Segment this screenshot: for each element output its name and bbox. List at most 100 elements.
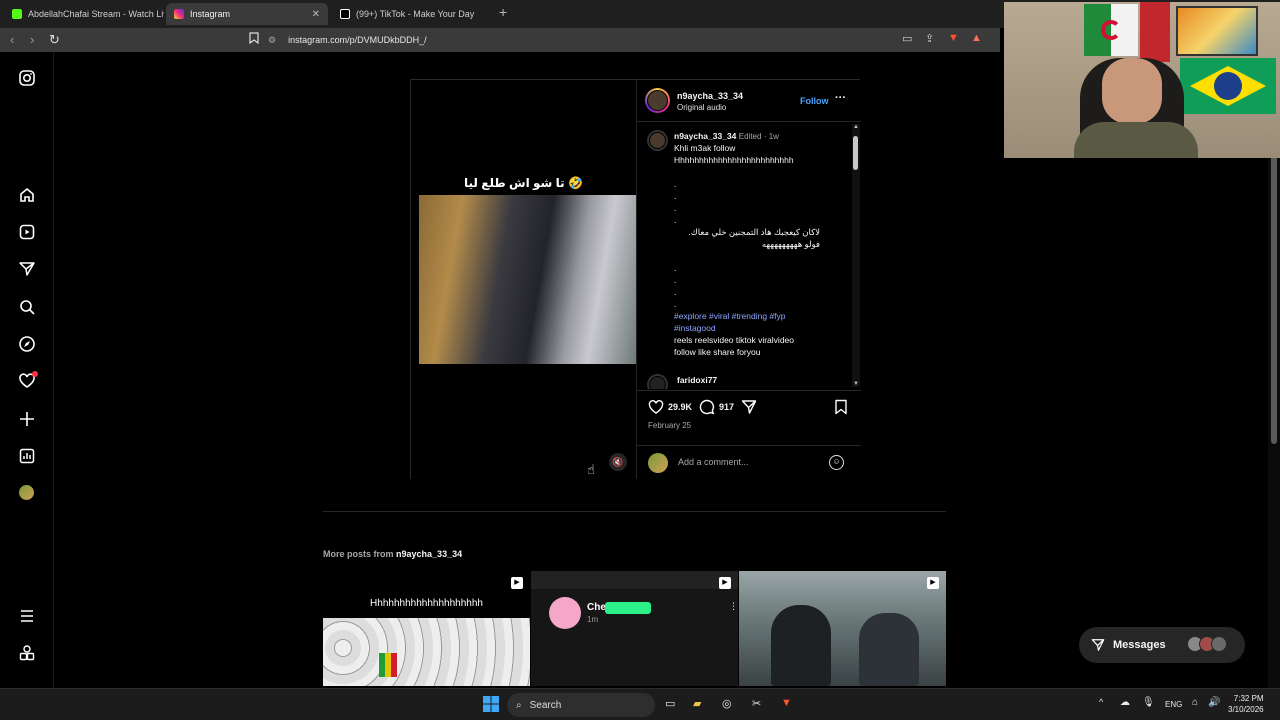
- address-bar[interactable]: ⚙ instagram.com/p/DVMUDkbDDH_/: [268, 31, 888, 49]
- windows-start-icon[interactable]: [483, 696, 499, 712]
- search-icon[interactable]: [18, 298, 36, 316]
- caption-dot: .: [674, 215, 677, 225]
- notifications-icon[interactable]: [18, 371, 38, 390]
- scroll-up-icon[interactable]: ▲: [853, 124, 859, 130]
- caption-dot: .: [674, 203, 677, 213]
- site-settings-icon[interactable]: ⚙: [268, 35, 276, 46]
- home-icon[interactable]: [18, 186, 36, 204]
- post-actions: 29.9K 917 February 25: [637, 390, 861, 445]
- url-text: instagram.com/p/DVMUDkbDDH_/: [288, 35, 427, 45]
- share-icon[interactable]: [741, 399, 757, 415]
- commenter-avatar[interactable]: [647, 374, 668, 389]
- language-indicator[interactable]: ENG: [1165, 700, 1182, 709]
- onedrive-icon[interactable]: ☁: [1120, 697, 1130, 708]
- taskbar-search[interactable]: ⌕ Search: [507, 693, 655, 717]
- create-icon[interactable]: [18, 410, 36, 428]
- video-frame[interactable]: [419, 195, 636, 364]
- audio-label[interactable]: Original audio: [677, 103, 726, 112]
- thumbnail-avatar: [549, 597, 581, 629]
- system-clock[interactable]: 7:32 PM 3/10/2026: [1228, 693, 1264, 715]
- explore-icon[interactable]: [18, 335, 36, 353]
- forward-icon[interactable]: ›: [30, 32, 34, 47]
- reel-icon: ▶: [719, 577, 731, 589]
- censor-block: [605, 602, 651, 614]
- notification-dot: [32, 371, 38, 377]
- comment-count[interactable]: 917: [719, 402, 734, 412]
- emoji-icon[interactable]: ☺: [829, 455, 844, 470]
- reload-icon[interactable]: ↻: [49, 32, 60, 48]
- morocco-flag: [1140, 2, 1170, 62]
- messages-icon[interactable]: [18, 260, 36, 278]
- new-tab-button[interactable]: +: [499, 4, 507, 20]
- caption-author[interactable]: n9aycha_33_34: [674, 131, 736, 141]
- tray-overflow-icon[interactable]: ^: [1099, 697, 1103, 707]
- edited-label: Edited: [738, 132, 762, 141]
- caption-dot: .: [674, 263, 677, 273]
- scrollbar-thumb[interactable]: [853, 136, 858, 170]
- messages-button[interactable]: Messages: [1079, 627, 1245, 663]
- menu-icon[interactable]: [18, 607, 36, 625]
- caption-hashtags[interactable]: #explore #viral #trending #fyp: [674, 310, 844, 322]
- like-count[interactable]: 29.9K: [668, 402, 692, 412]
- browser-toolbar: ‹ › ↻ ⚙ instagram.com/p/DVMUDkbDDH_/ ▭ ⇪…: [0, 28, 1000, 52]
- message-avatar: [1211, 636, 1227, 652]
- tab-instagram[interactable]: Instagram ✕: [166, 3, 328, 25]
- file-explorer-icon[interactable]: ▰: [693, 697, 701, 710]
- network-icon[interactable]: ⌂: [1192, 697, 1198, 708]
- microphone-icon[interactable]: 🎙: [1142, 697, 1155, 708]
- thumbnail-figure: [859, 613, 919, 686]
- more-post-thumbnail[interactable]: Hhhhhhhhhhhhhhhhhhhh ▶: [323, 571, 530, 686]
- add-comment-input[interactable]: Add a comment...: [678, 457, 749, 467]
- camera-app-icon[interactable]: ◎: [722, 697, 732, 710]
- caption-hashtags[interactable]: #instagood: [674, 322, 844, 334]
- thumbnail-more-icon: ⋮: [729, 601, 738, 611]
- more-options-icon[interactable]: ···: [835, 92, 846, 104]
- like-icon[interactable]: [648, 399, 664, 415]
- back-icon[interactable]: ‹: [10, 32, 14, 47]
- mute-icon[interactable]: 🔇: [609, 453, 627, 471]
- profile-avatar[interactable]: [19, 485, 34, 500]
- reel-icon: ▶: [927, 577, 939, 589]
- save-icon[interactable]: [833, 399, 849, 415]
- more-posts-author[interactable]: n9aycha_33_34: [396, 549, 462, 559]
- tab-title: AbdellahChafai Stream - Watch Live s: [28, 9, 164, 19]
- commenter-username[interactable]: faridoxi77: [677, 374, 847, 386]
- thumbnail-text: Hhhhhhhhhhhhhhhhhhhh: [370, 598, 483, 609]
- brave-browser-icon[interactable]: ▼: [781, 697, 792, 709]
- section-divider: [323, 511, 946, 512]
- thumbnail-image: [323, 618, 530, 686]
- more-post-thumbnail[interactable]: ▶: [739, 571, 946, 686]
- tab-tiktok[interactable]: (99+) TikTok - Make Your Day: [332, 3, 492, 25]
- post-container: تا شو اش طلع ليا 🤣 🔇 ☝ n9aycha_33_34 Ori…: [410, 79, 861, 479]
- comment-icon[interactable]: [699, 399, 715, 415]
- volume-icon[interactable]: 🔊: [1208, 697, 1220, 708]
- clock-time: 7:32 PM: [1233, 694, 1264, 703]
- wall-painting: [1176, 6, 1258, 56]
- also-from-meta-icon[interactable]: [18, 644, 36, 662]
- dashboard-icon[interactable]: [18, 447, 36, 465]
- brave-rewards-icon[interactable]: ▲: [971, 32, 982, 44]
- task-view-icon[interactable]: ▭: [665, 697, 675, 710]
- snipping-tool-icon[interactable]: ✂: [752, 697, 761, 710]
- bookmark-icon[interactable]: [249, 32, 259, 47]
- author-username[interactable]: n9aycha_33_34: [677, 91, 743, 101]
- video-overlay-caption: تا شو اش طلع ليا 🤣: [464, 176, 583, 190]
- instagram-logo-icon[interactable]: [18, 69, 36, 87]
- tab-kick-stream[interactable]: AbdellahChafai Stream - Watch Live s: [4, 3, 164, 25]
- post-video[interactable]: تا شو اش طلع ليا 🤣 🔇 ☝: [411, 80, 636, 479]
- reels-icon[interactable]: [18, 223, 36, 241]
- comments-scrollbar[interactable]: ▲ ▼: [852, 124, 860, 387]
- caption-dot: .: [674, 179, 677, 189]
- tab-title: (99+) TikTok - Make Your Day: [356, 9, 475, 19]
- tab-title: Instagram: [190, 9, 231, 19]
- tiktok-favicon-icon: [340, 9, 350, 19]
- brave-shields-icon[interactable]: ▼: [948, 32, 959, 44]
- scroll-down-icon[interactable]: ▼: [853, 381, 859, 387]
- cast-icon[interactable]: ▭: [902, 32, 912, 45]
- follow-button[interactable]: Follow: [800, 96, 829, 106]
- author-avatar[interactable]: [645, 88, 670, 113]
- caption-author-avatar[interactable]: [647, 130, 668, 151]
- close-tab-icon[interactable]: ✕: [312, 9, 320, 20]
- more-post-thumbnail[interactable]: Che 1m ⋮ ▶: [531, 571, 738, 686]
- share-icon[interactable]: ⇪: [925, 32, 934, 45]
